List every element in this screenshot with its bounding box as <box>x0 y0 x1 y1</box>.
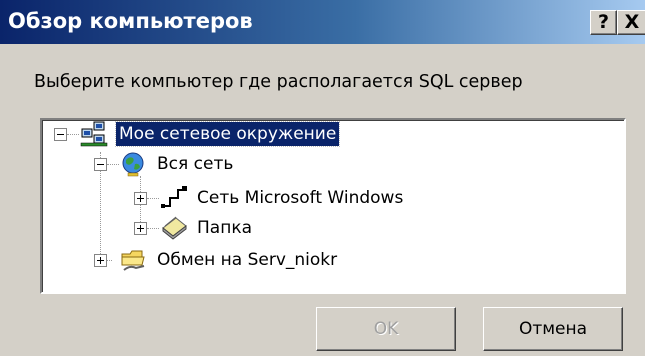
tree-guide-line <box>67 134 79 135</box>
network-provider-icon <box>160 184 188 214</box>
tree-node-entire-network[interactable]: Вся сеть <box>154 152 236 176</box>
expand-toggle-folder[interactable] <box>134 222 147 235</box>
shared-folder-icon <box>120 246 148 276</box>
close-button[interactable]: X <box>617 10 645 35</box>
tree-guide-line <box>147 228 159 229</box>
help-button[interactable]: ? <box>590 10 617 35</box>
prompt-label: Выберите компьютер где располагается SQL… <box>34 72 523 92</box>
globe-icon <box>120 151 146 181</box>
tree-node-microsoft-windows-network[interactable]: Сеть Microsoft Windows <box>194 186 406 210</box>
window-title: Обзор компьютеров <box>8 9 253 33</box>
expand-toggle-microsoft-windows-network[interactable] <box>134 192 147 205</box>
cancel-button[interactable]: Отмена <box>483 307 623 351</box>
collapse-toggle-entire-network[interactable] <box>94 158 107 171</box>
tree-guide-line <box>107 164 119 165</box>
computer-tree-view[interactable]: Мое сетевое окружение Вся сеть Сеть Micr… <box>40 118 626 294</box>
expand-toggle-shared-folder[interactable] <box>94 254 107 267</box>
browse-computers-dialog: Обзор компьютеров ? X Выберите компьютер… <box>0 0 645 356</box>
tree-node-shared-folder[interactable]: Обмен на Serv_niokr <box>154 248 340 272</box>
collapse-toggle-network-neighborhood[interactable] <box>54 128 67 141</box>
title-bar[interactable]: Обзор компьютеров ? X <box>0 0 645 44</box>
tree-node-folder[interactable]: Папка <box>194 216 255 240</box>
tree-node-network-neighborhood[interactable]: Мое сетевое окружение <box>114 121 341 147</box>
folder-share-icon <box>160 214 188 244</box>
ok-button[interactable]: OK <box>316 307 456 351</box>
network-neighborhood-icon <box>80 120 110 152</box>
tree-guide-line <box>147 198 159 199</box>
